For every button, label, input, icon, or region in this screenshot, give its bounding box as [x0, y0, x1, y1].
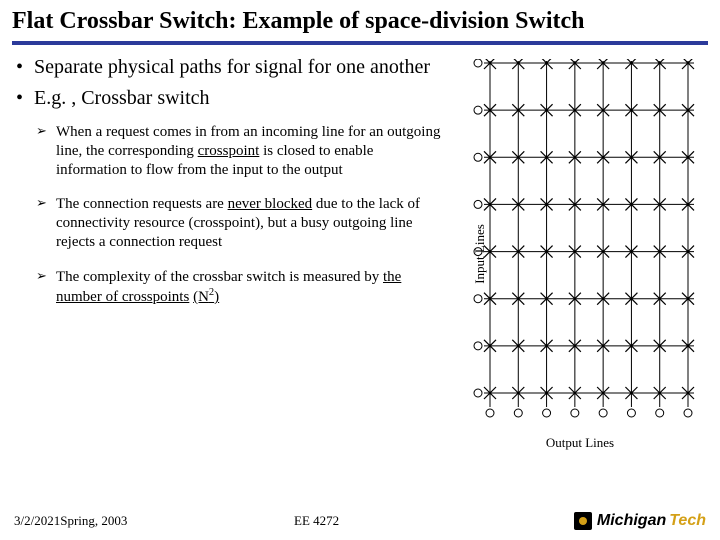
sub-bullet-2: The connection requests are never blocke… [56, 195, 442, 251]
slide-title: Flat Crossbar Switch: Example of space-d… [12, 8, 708, 41]
logo-text-2: Tech [669, 512, 706, 530]
sub-bullet-1: When a request comes in from an incoming… [56, 123, 442, 179]
slide-footer: 3/2/2021Spring, 2003 EE 4272 MichiganTec… [0, 512, 720, 530]
michigan-tech-logo: MichiganTech [574, 512, 706, 530]
bullet-2-text: E.g. , Crossbar switch [34, 87, 210, 109]
footer-date: 3/2/2021 [14, 513, 60, 528]
input-lines-label: Input Lines [472, 224, 488, 284]
sub2-underline: never blocked [228, 196, 313, 212]
output-lines-label: Output Lines [460, 435, 700, 451]
sub3-underline-2: (N2) [193, 289, 219, 305]
sub1-underline: crosspoint [198, 143, 260, 159]
sub2-pre: The connection requests are [56, 196, 228, 212]
crossbar-diagram: Input Lines Output Lines [460, 59, 700, 449]
sub3-n-close: ) [214, 289, 219, 305]
bullet-2: E.g. , Crossbar switch When a request co… [34, 86, 442, 307]
logo-icon [574, 512, 592, 530]
crossbar-svg [460, 59, 700, 429]
sub-bullet-3: The complexity of the crossbar switch is… [56, 268, 442, 308]
text-column: Separate physical paths for signal for o… [12, 55, 442, 449]
sub3-pre: The complexity of the crossbar switch is… [56, 269, 383, 285]
footer-course: EE 4272 [294, 513, 494, 529]
logo-text-1: Michigan [597, 512, 666, 530]
sub3-n-open: (N [193, 289, 209, 305]
bullet-1: Separate physical paths for signal for o… [34, 55, 442, 80]
footer-semester: Spring, 2003 [60, 513, 127, 528]
title-underline [12, 41, 708, 45]
